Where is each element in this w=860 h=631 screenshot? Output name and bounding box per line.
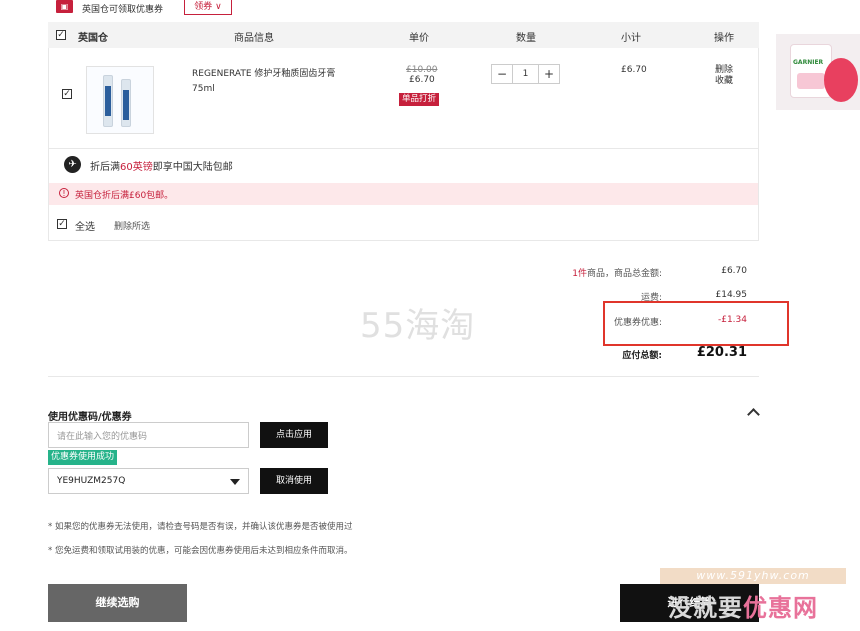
- shipping-message: 折后满60英镑即享中国大陆包邮: [90, 162, 233, 173]
- quantity-stepper: − 1 +: [491, 64, 560, 84]
- freight-value: £14.95: [715, 290, 748, 300]
- highlight-box: [603, 301, 789, 346]
- free-shipping-warning: ! 英国仓折后满£60包邮。: [49, 183, 758, 205]
- discount-badge: 单品打折: [399, 93, 440, 106]
- divider: [49, 148, 758, 149]
- header-ops: 操作: [714, 33, 734, 44]
- product-name[interactable]: REGENERATE 修护牙釉质固齿牙膏 75ml: [192, 67, 342, 97]
- decrease-button[interactable]: −: [492, 65, 513, 83]
- item-ops: 删除 收藏: [715, 65, 733, 87]
- side-ad-image[interactable]: GARNIER: [776, 34, 860, 110]
- coupon-select[interactable]: YE9HUZM257Q: [48, 468, 249, 494]
- increase-button[interactable]: +: [538, 65, 559, 83]
- item-checkbox[interactable]: ✓: [62, 89, 72, 99]
- old-price: £10.00: [406, 65, 438, 75]
- divider: [48, 376, 759, 377]
- delete-selected-link[interactable]: 删除所选: [114, 219, 150, 232]
- header-product: 商品信息: [234, 33, 274, 44]
- store-coupon-text: 英国仓可领取优惠券: [82, 5, 164, 15]
- delete-link[interactable]: 删除: [715, 65, 733, 76]
- total-value: £20.31: [696, 345, 747, 360]
- table-header: ✓ 英国仓 商品信息 单价 数量 小计 操作: [48, 22, 759, 48]
- note-1: * 如果您的优惠券无法使用，请检查号码是否有误，并确认该优惠券是否被使用过: [48, 522, 353, 532]
- watermark: 55海淘: [360, 306, 476, 346]
- coupon-select-value: YE9HUZM257Q: [57, 476, 126, 486]
- note-2: * 您免运费和领取试用装的优惠，可能会因优惠券使用后未达到相应条件而取消。: [48, 546, 353, 556]
- get-coupon-button[interactable]: 领券 ∨: [184, 0, 232, 15]
- cart-frame: [48, 48, 759, 241]
- goods-count-label: 1件商品，商品总金额:: [572, 269, 662, 279]
- header-qty: 数量: [516, 33, 536, 44]
- select-all-label[interactable]: 全选: [75, 218, 95, 233]
- total-label: 应付总额:: [622, 351, 662, 361]
- store-icon: ▣: [56, 0, 73, 13]
- unit-price: £6.70: [409, 75, 435, 85]
- watermark-url: www.591yhw.com: [660, 568, 846, 584]
- collapse-chevron-icon[interactable]: [747, 408, 760, 421]
- goods-total: £6.70: [721, 266, 747, 276]
- warning-icon: !: [59, 188, 69, 198]
- watermark-logo: 没就要优惠网: [668, 594, 818, 622]
- product-thumbnail[interactable]: [86, 66, 154, 134]
- favorite-link[interactable]: 收藏: [715, 76, 733, 87]
- coupon-success-badge: 优惠券使用成功: [48, 450, 118, 465]
- header-unit-price: 单价: [409, 33, 429, 44]
- airplane-icon: ✈: [64, 156, 81, 173]
- dropdown-arrow-icon: [230, 479, 240, 485]
- header-checkbox[interactable]: ✓: [56, 30, 66, 40]
- header-subtotal: 小计: [621, 33, 641, 44]
- coupon-code-input[interactable]: 请在此输入您的优惠码: [48, 422, 249, 448]
- header-store: 英国仓: [78, 33, 108, 44]
- continue-shopping-button[interactable]: 继续选购: [48, 584, 187, 622]
- coupon-section-title: 使用优惠码/优惠券: [48, 412, 132, 423]
- item-subtotal: £6.70: [621, 65, 647, 75]
- apply-coupon-button[interactable]: 点击应用: [260, 422, 328, 448]
- cancel-coupon-button[interactable]: 取消使用: [260, 468, 328, 494]
- ad-brand: GARNIER: [793, 59, 824, 66]
- select-all-checkbox[interactable]: ✓: [57, 219, 67, 229]
- quantity-value[interactable]: 1: [512, 65, 539, 83]
